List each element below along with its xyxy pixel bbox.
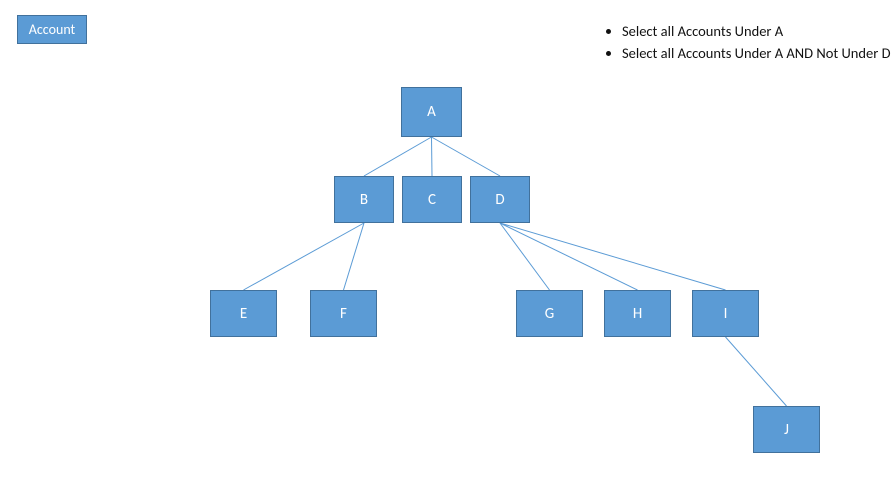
tree-node-b: B bbox=[334, 176, 394, 223]
tree-node-d: D bbox=[470, 176, 530, 223]
notes-item: Select all Accounts Under A AND Not Unde… bbox=[622, 44, 896, 64]
tree-node-g: G bbox=[516, 290, 583, 337]
notes-list: Select all Accounts Under A Select all A… bbox=[600, 22, 896, 63]
account-header-box: Account bbox=[17, 15, 87, 44]
notes-panel: Select all Accounts Under A Select all A… bbox=[600, 22, 896, 65]
tree-node-h: H bbox=[604, 290, 671, 337]
tree-node-e: E bbox=[210, 290, 277, 337]
tree-node-i: I bbox=[692, 290, 759, 337]
tree-node-j: J bbox=[753, 406, 820, 453]
tree-node-f: F bbox=[310, 290, 377, 337]
tree-node-c: C bbox=[402, 176, 462, 223]
notes-item: Select all Accounts Under A bbox=[622, 22, 896, 42]
tree-node-a: A bbox=[401, 87, 462, 137]
